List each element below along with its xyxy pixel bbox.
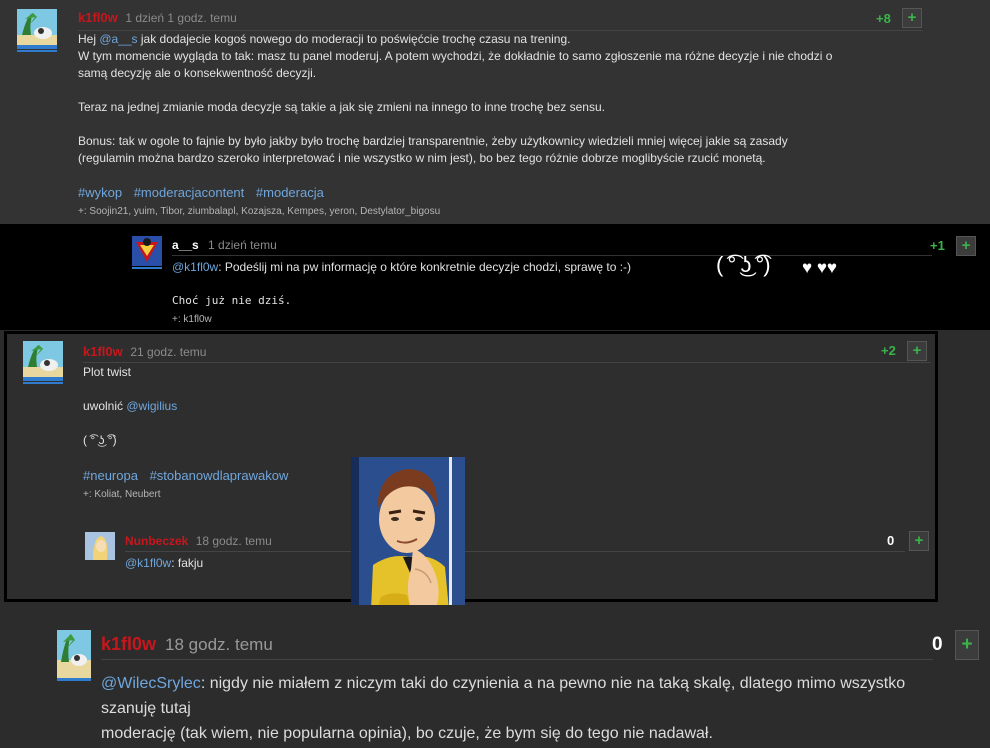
text: jak dodajecie kogoś nowego do moderacji … xyxy=(137,32,571,46)
vote-count: 0 xyxy=(932,634,943,655)
avatar[interactable] xyxy=(132,236,162,266)
text: Plot twist xyxy=(83,365,132,379)
tag-list: #wykop #moderacjacontent #moderacja xyxy=(78,185,332,200)
comment-header: k1fl0w 18 godz. temu xyxy=(101,634,273,655)
timestamp[interactable]: 21 godz. temu xyxy=(130,345,206,359)
comment-header: a__s 1 dzień temu xyxy=(172,238,277,252)
text: : fakju xyxy=(171,556,204,570)
avatar-underline xyxy=(57,678,91,681)
username[interactable]: k1fl0w xyxy=(78,10,118,25)
lenny-face-text: ( ͡° ͜ʖ ͡°) xyxy=(83,433,117,447)
avatar[interactable] xyxy=(17,9,57,49)
comment-body: Hej @a__s jak dodajecie kogoś nowego do … xyxy=(78,31,928,167)
comment-body: Plot twist uwolnić @wigilius ( ͡° ͜ʖ ͡°) xyxy=(83,364,483,449)
avatar-underline xyxy=(17,50,57,52)
plus-button[interactable]: + xyxy=(909,531,929,551)
voters-list: +: k1fl0w xyxy=(172,314,212,325)
avatar[interactable] xyxy=(57,630,91,678)
comment-header: k1fl0w 1 dzień 1 godz. temu xyxy=(78,10,237,25)
username[interactable]: Nunbeczek xyxy=(125,534,188,548)
reply-header: Nunbeczek 18 godz. temu xyxy=(125,534,272,548)
text: moderację (tak wiem, nie popularna opini… xyxy=(101,725,713,742)
tag-link[interactable]: #stobanowdlaprawakow xyxy=(150,468,289,483)
mention-link[interactable]: @k1fl0w xyxy=(172,260,218,274)
timestamp[interactable]: 1 dzień temu xyxy=(208,238,277,252)
lenny-face-sticker: ( ͡° ͜ʖ ͡°) xyxy=(716,252,771,277)
comment-1: k1fl0w 1 dzień 1 godz. temu +8 + Hej @a_… xyxy=(0,0,990,224)
avatar-underline xyxy=(23,382,63,384)
text: : Podeślij mi na pw informację o które k… xyxy=(218,260,632,274)
divider xyxy=(83,362,931,363)
reaction-image xyxy=(351,457,465,610)
vote-count: +8 xyxy=(876,11,891,26)
voters-list: +: Koliat, Neubert xyxy=(83,489,161,500)
avatar[interactable] xyxy=(23,341,63,381)
plus-button[interactable]: + xyxy=(907,341,927,361)
tag-link[interactable]: #moderacja xyxy=(256,185,324,200)
comment-body: @k1fl0w: Podeślij mi na pw informację o … xyxy=(172,259,732,309)
vote-count: 0 xyxy=(887,533,895,548)
plus-button[interactable]: + xyxy=(902,8,922,28)
vote-count: +1 xyxy=(930,238,945,253)
comment-2: k1fl0w 21 godz. temu +2 + Plot twist uwo… xyxy=(4,331,938,602)
tag-link[interactable]: #wykop xyxy=(78,185,122,200)
comment-3: k1fl0w 18 godz. temu 0 + @WilecSrylec: n… xyxy=(0,614,990,748)
tag-list: #neuropa #stobanowdlaprawakow xyxy=(83,468,296,483)
divider xyxy=(125,551,905,552)
avatar-underline xyxy=(132,267,162,269)
timestamp[interactable]: 18 godz. temu xyxy=(165,635,273,654)
mention-link[interactable]: @k1fl0w xyxy=(125,556,171,570)
voters-prefix: +: xyxy=(172,314,181,325)
tag-link[interactable]: #neuropa xyxy=(83,468,138,483)
voters-prefix: +: xyxy=(83,489,92,500)
text: W tym momencie wygląda to tak: masz tu p… xyxy=(78,49,833,63)
voters[interactable]: k1fl0w xyxy=(183,314,211,325)
avatar[interactable] xyxy=(85,532,115,560)
plus-button[interactable]: + xyxy=(956,236,976,256)
username[interactable]: k1fl0w xyxy=(83,344,123,359)
username[interactable]: a__s xyxy=(172,238,199,252)
text: samą decyzję ale o konsekwentność decyzj… xyxy=(78,66,317,80)
plus-button[interactable]: + xyxy=(955,630,979,660)
voters[interactable]: Soojin21, yuim, Tibor, ziumbalapl, Kozaj… xyxy=(89,206,440,217)
text: Hej xyxy=(78,32,100,46)
comment-body: @WilecSrylec: nigdy nie miałem z niczym … xyxy=(101,671,951,746)
signature-text: Choć już nie dziś. xyxy=(172,294,292,307)
voters-prefix: +: xyxy=(78,206,87,217)
reply-1: a__s 1 dzień temu +1 + @k1fl0w: Podeślij… xyxy=(0,228,990,330)
timestamp[interactable]: 18 godz. temu xyxy=(196,534,272,548)
mention-link[interactable]: @wigilius xyxy=(126,399,177,413)
text: (regulamin można bardzo szeroko interpre… xyxy=(78,151,766,165)
divider xyxy=(172,255,932,256)
mention-link[interactable]: @WilecSrylec xyxy=(101,675,201,692)
voters[interactable]: Koliat, Neubert xyxy=(94,489,160,500)
mention-link[interactable]: @a__s xyxy=(99,32,137,46)
username[interactable]: k1fl0w xyxy=(101,634,156,654)
vote-count: +2 xyxy=(881,343,896,358)
text: Teraz na jednej zmianie moda decyzje są … xyxy=(78,100,605,114)
comment-header: k1fl0w 21 godz. temu xyxy=(83,344,206,359)
timestamp[interactable]: 1 dzień 1 godz. temu xyxy=(125,11,236,25)
divider xyxy=(101,659,933,660)
text: : nigdy nie miałem z niczym taki do czyn… xyxy=(101,675,906,717)
hearts-sticker: ♥ ♥♥ xyxy=(802,258,838,277)
text: Bonus: tak w ogole to fajnie by było jak… xyxy=(78,134,788,148)
voters-list: +: Soojin21, yuim, Tibor, ziumbalapl, Ko… xyxy=(78,206,440,217)
tag-link[interactable]: #moderacjacontent xyxy=(134,185,245,200)
text: uwolnić xyxy=(83,399,127,413)
